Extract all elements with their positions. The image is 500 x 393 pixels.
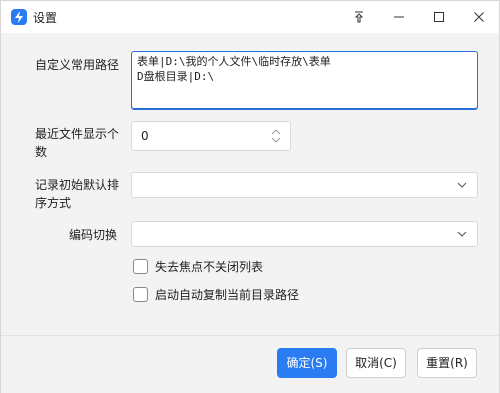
app-icon <box>11 9 27 25</box>
record-sort-label: 记录初始默认排 序方式 <box>35 176 119 212</box>
maximize-button[interactable] <box>419 1 459 33</box>
close-button[interactable] <box>459 1 499 33</box>
recent-count-label-line2: 数 <box>35 145 48 159</box>
spin-arrows-icon[interactable] <box>270 128 282 144</box>
pin-button[interactable] <box>339 1 379 33</box>
keep-list-open-label: 失去焦点不关闭列表 <box>155 260 264 274</box>
record-sort-label-line1: 记录初始默认排 <box>35 178 120 192</box>
paths-textarea[interactable]: 表单|D:\我的个人文件\临时存放\表单 D盘根目录|D:\ <box>131 51 478 110</box>
recent-count-value: 0 <box>141 129 149 143</box>
close-icon <box>474 12 484 22</box>
keep-list-open-checkbox[interactable] <box>133 259 148 274</box>
recent-count-label-line1: 最近文件显示个 <box>35 127 120 141</box>
ok-button[interactable]: 确定(S) <box>277 348 337 378</box>
title-bar: 设置 <box>1 1 499 33</box>
paths-line: D盘根目录|D:\ <box>137 70 215 83</box>
cancel-button[interactable]: 取消(C) <box>346 348 406 378</box>
minimize-button[interactable] <box>379 1 419 33</box>
paths-label: 自定义常用路径 <box>35 58 120 72</box>
auto-copy-path-label: 启动自动复制当前目录路径 <box>155 288 300 302</box>
chevron-down-icon <box>457 182 467 188</box>
record-sort-label-line2: 序方式 <box>35 196 72 210</box>
maximize-icon <box>434 12 444 22</box>
reset-button[interactable]: 重置(R) <box>417 348 477 378</box>
paths-line: 表单|D:\我的个人文件\临时存放\表单 <box>137 55 331 68</box>
window-title: 设置 <box>33 11 58 25</box>
settings-dialog: 设置 自定义常用路径 表单|D:\我的个人文件\临时存放\表单 D盘根目录|D:… <box>0 0 500 393</box>
auto-copy-path-checkbox[interactable] <box>133 287 148 302</box>
pin-icon <box>354 11 364 23</box>
encoding-label: 编码切换 <box>69 228 118 242</box>
chevron-down-icon <box>457 231 467 237</box>
recent-count-spinbox[interactable]: 0 <box>131 121 291 151</box>
encoding-select[interactable] <box>131 221 478 247</box>
minimize-icon <box>394 16 404 18</box>
record-sort-select[interactable] <box>131 172 478 198</box>
recent-count-label: 最近文件显示个 数 <box>35 125 119 161</box>
